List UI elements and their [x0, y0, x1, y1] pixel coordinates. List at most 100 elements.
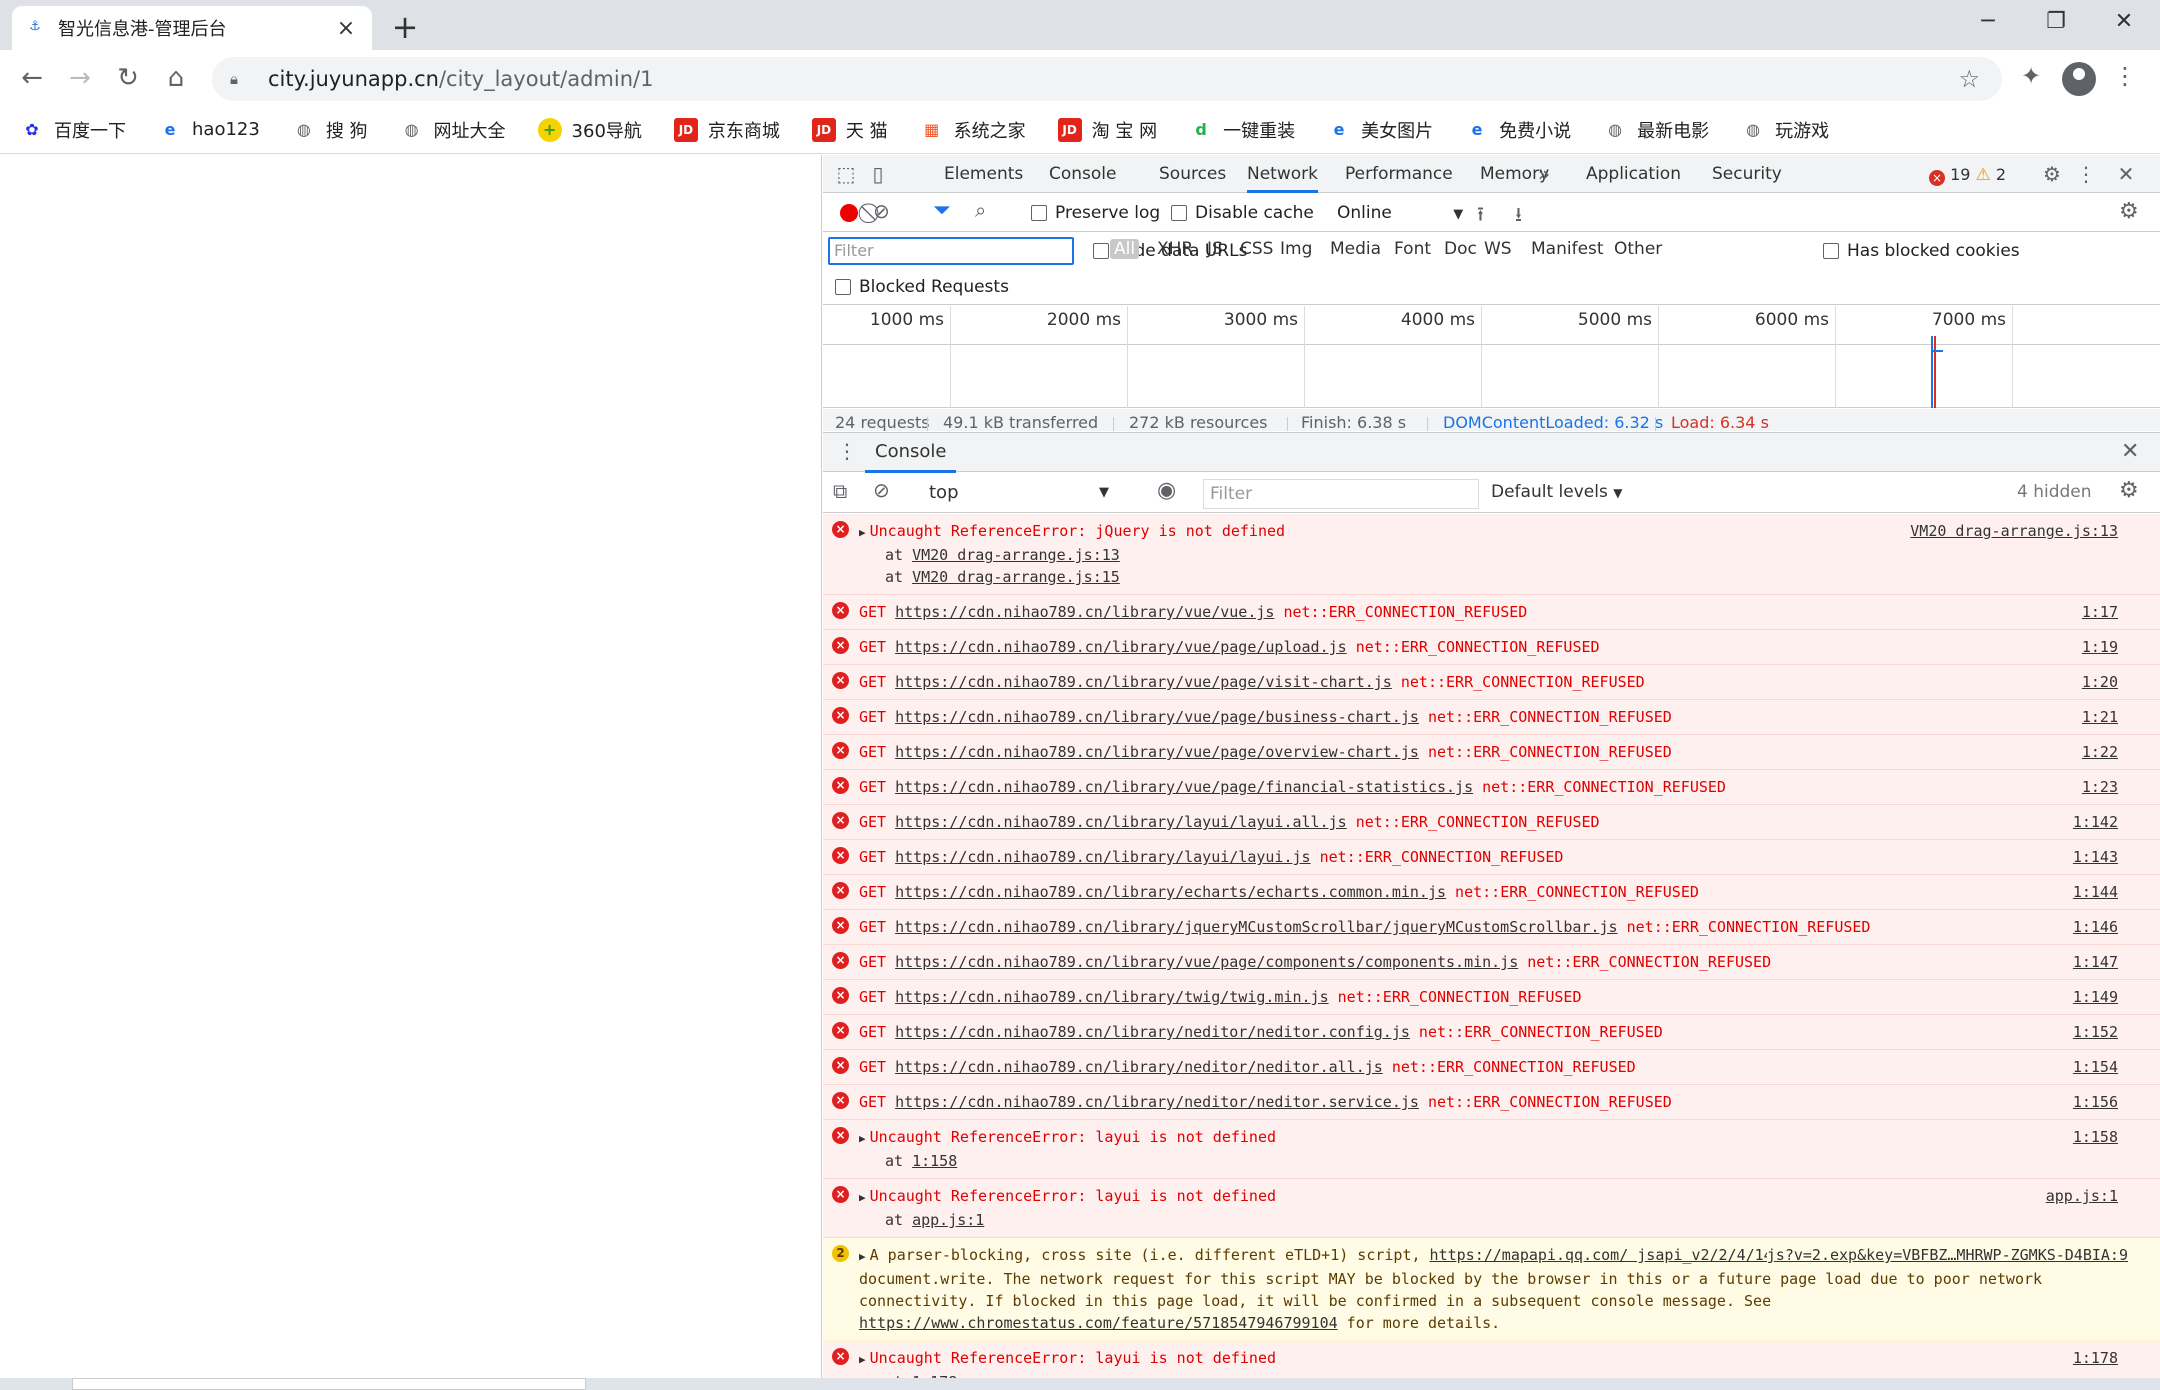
request-url-link[interactable]: https://cdn.nihao789.cn/library/jqueryMC… — [895, 918, 1617, 936]
request-url-link[interactable]: https://cdn.nihao789.cn/library/layui/la… — [895, 848, 1310, 866]
drawer-menu-icon[interactable]: ⋮ — [837, 439, 857, 463]
source-location-link[interactable]: 1:143 — [2073, 846, 2118, 868]
type-filter-all[interactable]: All — [1110, 239, 1140, 259]
network-overview[interactable]: 1000 ms 2000 ms 3000 ms 4000 ms 5000 ms 6000 … — [823, 306, 2160, 408]
source-location-link[interactable]: VM20 drag-arrange.js:13 — [1910, 520, 2118, 542]
source-location-link[interactable]: 1:144 — [2073, 881, 2118, 903]
bookmark-item[interactable]: +360导航 — [537, 117, 642, 143]
console-error[interactable]: × GET https://cdn.nihao789.cn/library/vue… — [823, 700, 2160, 735]
bookmark-item[interactable]: ◍ 最新电影 — [1603, 117, 1709, 143]
request-url-link[interactable]: https://cdn.nihao789.cn/library/vue/page… — [895, 778, 1473, 796]
log-levels-select[interactable]: Default levels ▼ — [1491, 482, 1622, 502]
devtools-close-icon[interactable]: ✕ — [2113, 161, 2139, 187]
console-error[interactable]: × GET https://cdn.nihao789.cn/library/ned… — [823, 1015, 2160, 1050]
live-expression-eye-icon[interactable]: ◉ — [1157, 478, 1176, 503]
request-url-link[interactable]: https://cdn.nihao789.cn/library/layui/la… — [895, 813, 1347, 831]
new-tab-icon[interactable]: + — [390, 8, 420, 46]
source-location-link[interactable]: js?v=2.exp&key=VBFBZ…MHRWP-ZGMKS-D4BIA:9 — [1766, 1244, 2128, 1266]
devtools-menu-icon[interactable]: ⋮ — [2073, 161, 2099, 187]
type-filter-other[interactable]: Other — [1614, 239, 1662, 259]
expand-triangle-icon[interactable]: ▶ — [859, 1132, 866, 1145]
restore-icon[interactable]: ❐ — [2026, 2, 2086, 42]
stack-frame-link[interactable]: VM20 drag-arrange.js:13 — [912, 546, 1120, 564]
type-filter-manifest[interactable]: Manifest — [1531, 239, 1604, 259]
sidebar-toggle-icon[interactable]: ⧉ — [833, 479, 847, 503]
lock-icon[interactable]: 🔒︎ — [230, 70, 250, 88]
source-location-link[interactable]: 1:21 — [2082, 706, 2118, 728]
type-filter-ws[interactable]: WS — [1484, 239, 1512, 259]
request-url-link[interactable]: https://cdn.nihao789.cn/library/vue/page… — [895, 743, 1419, 761]
expand-triangle-icon[interactable]: ▶ — [859, 1353, 866, 1366]
forward-icon[interactable]: → — [62, 60, 98, 96]
blocked-requests-checkbox[interactable]: Blocked Requests — [835, 277, 1009, 297]
expand-triangle-icon[interactable]: ▶ — [859, 1250, 866, 1263]
blocked-requests-box[interactable] — [835, 279, 851, 295]
console-warning[interactable]: 2 ▶ A parser-blocking, cross site (i.e. di… — [823, 1238, 2160, 1341]
console-error[interactable]: × GET https://cdn.nihao789.cn/library/vue… — [823, 770, 2160, 805]
source-location-link[interactable]: 1:17 — [2082, 601, 2118, 623]
bookmark-item[interactable]: JD 淘 宝 网 — [1057, 117, 1157, 143]
stack-frame-link[interactable]: VM20 drag-arrange.js:15 — [912, 568, 1120, 586]
source-location-link[interactable]: 1:152 — [2073, 1021, 2118, 1043]
message-link[interactable]: https://www.chromestatus.com/feature/571… — [859, 1314, 1338, 1332]
tab-application[interactable]: Application — [1586, 155, 1681, 193]
request-url-link[interactable]: https://cdn.nihao789.cn/library/vue/vue.… — [895, 603, 1274, 621]
bookmark-item[interactable]: ◍ 网址大全 — [400, 117, 506, 143]
tab-performance[interactable]: Performance — [1345, 155, 1453, 193]
bookmark-item[interactable]: e hao123 — [158, 118, 260, 142]
request-url-link[interactable]: https://cdn.nihao789.cn/library/vue/page… — [895, 953, 1518, 971]
bookmark-item[interactable]: JD 天 猫 — [811, 117, 888, 143]
address-bar[interactable]: 🔒︎ city.juyunapp.cn/city_layout/admin/1 … — [212, 57, 2002, 101]
request-url-link[interactable]: https://cdn.nihao789.cn/library/vue/page… — [895, 708, 1419, 726]
bookmark-item[interactable]: ✿ 百度一下 — [20, 117, 126, 143]
error-counter[interactable]: × 19 ⚠ 2 — [1929, 165, 2006, 186]
source-location-link[interactable]: 1:20 — [2082, 671, 2118, 693]
bookmark-item[interactable]: d 一键重装 — [1189, 117, 1295, 143]
export-har-icon[interactable]: ⭳ — [1515, 200, 1522, 234]
source-location-link[interactable]: 1:142 — [2073, 811, 2118, 833]
preserve-log-checkbox[interactable]: Preserve log — [1031, 203, 1160, 223]
type-filter-img[interactable]: Img — [1280, 239, 1312, 259]
clear-console-icon[interactable]: ⊘ — [873, 478, 890, 502]
console-error[interactable]: × GET https://cdn.nihao789.cn/library/vue… — [823, 595, 2160, 630]
back-icon[interactable]: ← — [14, 60, 50, 96]
tab-security[interactable]: Security — [1712, 155, 1782, 193]
network-filter-input[interactable]: Filter — [828, 237, 1074, 265]
window-close-icon[interactable]: ✕ — [2094, 2, 2154, 42]
source-location-link[interactable]: 1:147 — [2073, 951, 2118, 973]
expand-triangle-icon[interactable]: ▶ — [859, 1191, 866, 1204]
stack-frame-link[interactable]: app.js:1 — [912, 1211, 984, 1229]
console-error[interactable]: × ▶ Uncaught ReferenceError: jQuery is not… — [823, 514, 2160, 595]
type-filter-js[interactable]: JS — [1207, 239, 1223, 259]
bookmark-item[interactable]: ◍ 搜 狗 — [292, 117, 368, 143]
source-location-link[interactable]: 1:154 — [2073, 1056, 2118, 1078]
request-url-link[interactable]: https://cdn.nihao789.cn/library/twig/twi… — [895, 988, 1328, 1006]
settings-gear-icon[interactable]: ⚙ — [2039, 161, 2065, 187]
extensions-icon[interactable]: ✦ — [2014, 62, 2048, 90]
search-icon[interactable]: ⌕ — [975, 198, 986, 222]
bookmark-item[interactable]: JD 京东商城 — [673, 117, 780, 143]
source-location-link[interactable]: 1:146 — [2073, 916, 2118, 938]
bookmark-item[interactable]: e 美女图片 — [1327, 117, 1433, 143]
drawer-close-icon[interactable]: ✕ — [2121, 439, 2139, 464]
preserve-log-box[interactable] — [1031, 205, 1047, 221]
console-error[interactable]: × GET https://cdn.nihao789.cn/library/lay… — [823, 840, 2160, 875]
tab-elements[interactable]: Elements — [944, 155, 1023, 193]
console-error[interactable]: × GET https://cdn.nihao789.cn/library/vue… — [823, 945, 2160, 980]
source-location-link[interactable]: 1:19 — [2082, 636, 2118, 658]
console-filter-input[interactable]: Filter — [1203, 479, 1479, 509]
type-filter-media[interactable]: Media — [1330, 239, 1381, 259]
device-toolbar-icon[interactable]: ▯ — [865, 161, 891, 187]
inspect-element-icon[interactable]: ⬚ — [833, 161, 859, 187]
source-location-link[interactable]: 1:22 — [2082, 741, 2118, 763]
type-filter-xhr[interactable]: XHR — [1157, 239, 1193, 259]
request-url-link[interactable]: https://cdn.nihao789.cn/library/echarts/… — [895, 883, 1446, 901]
bookmark-star-icon[interactable]: ☆ — [1958, 65, 1980, 93]
filter-funnel-icon[interactable]: ⏷ — [933, 198, 951, 223]
tab-sources[interactable]: Sources — [1159, 155, 1226, 193]
console-error[interactable]: × GET https://cdn.nihao789.cn/library/vue… — [823, 735, 2160, 770]
reload-icon[interactable]: ↻ — [110, 60, 146, 96]
minimize-icon[interactable]: ─ — [1958, 2, 2018, 42]
request-url-link[interactable]: https://cdn.nihao789.cn/library/neditor/… — [895, 1058, 1383, 1076]
console-error[interactable]: × GET https://cdn.nihao789.cn/library/ned… — [823, 1085, 2160, 1120]
